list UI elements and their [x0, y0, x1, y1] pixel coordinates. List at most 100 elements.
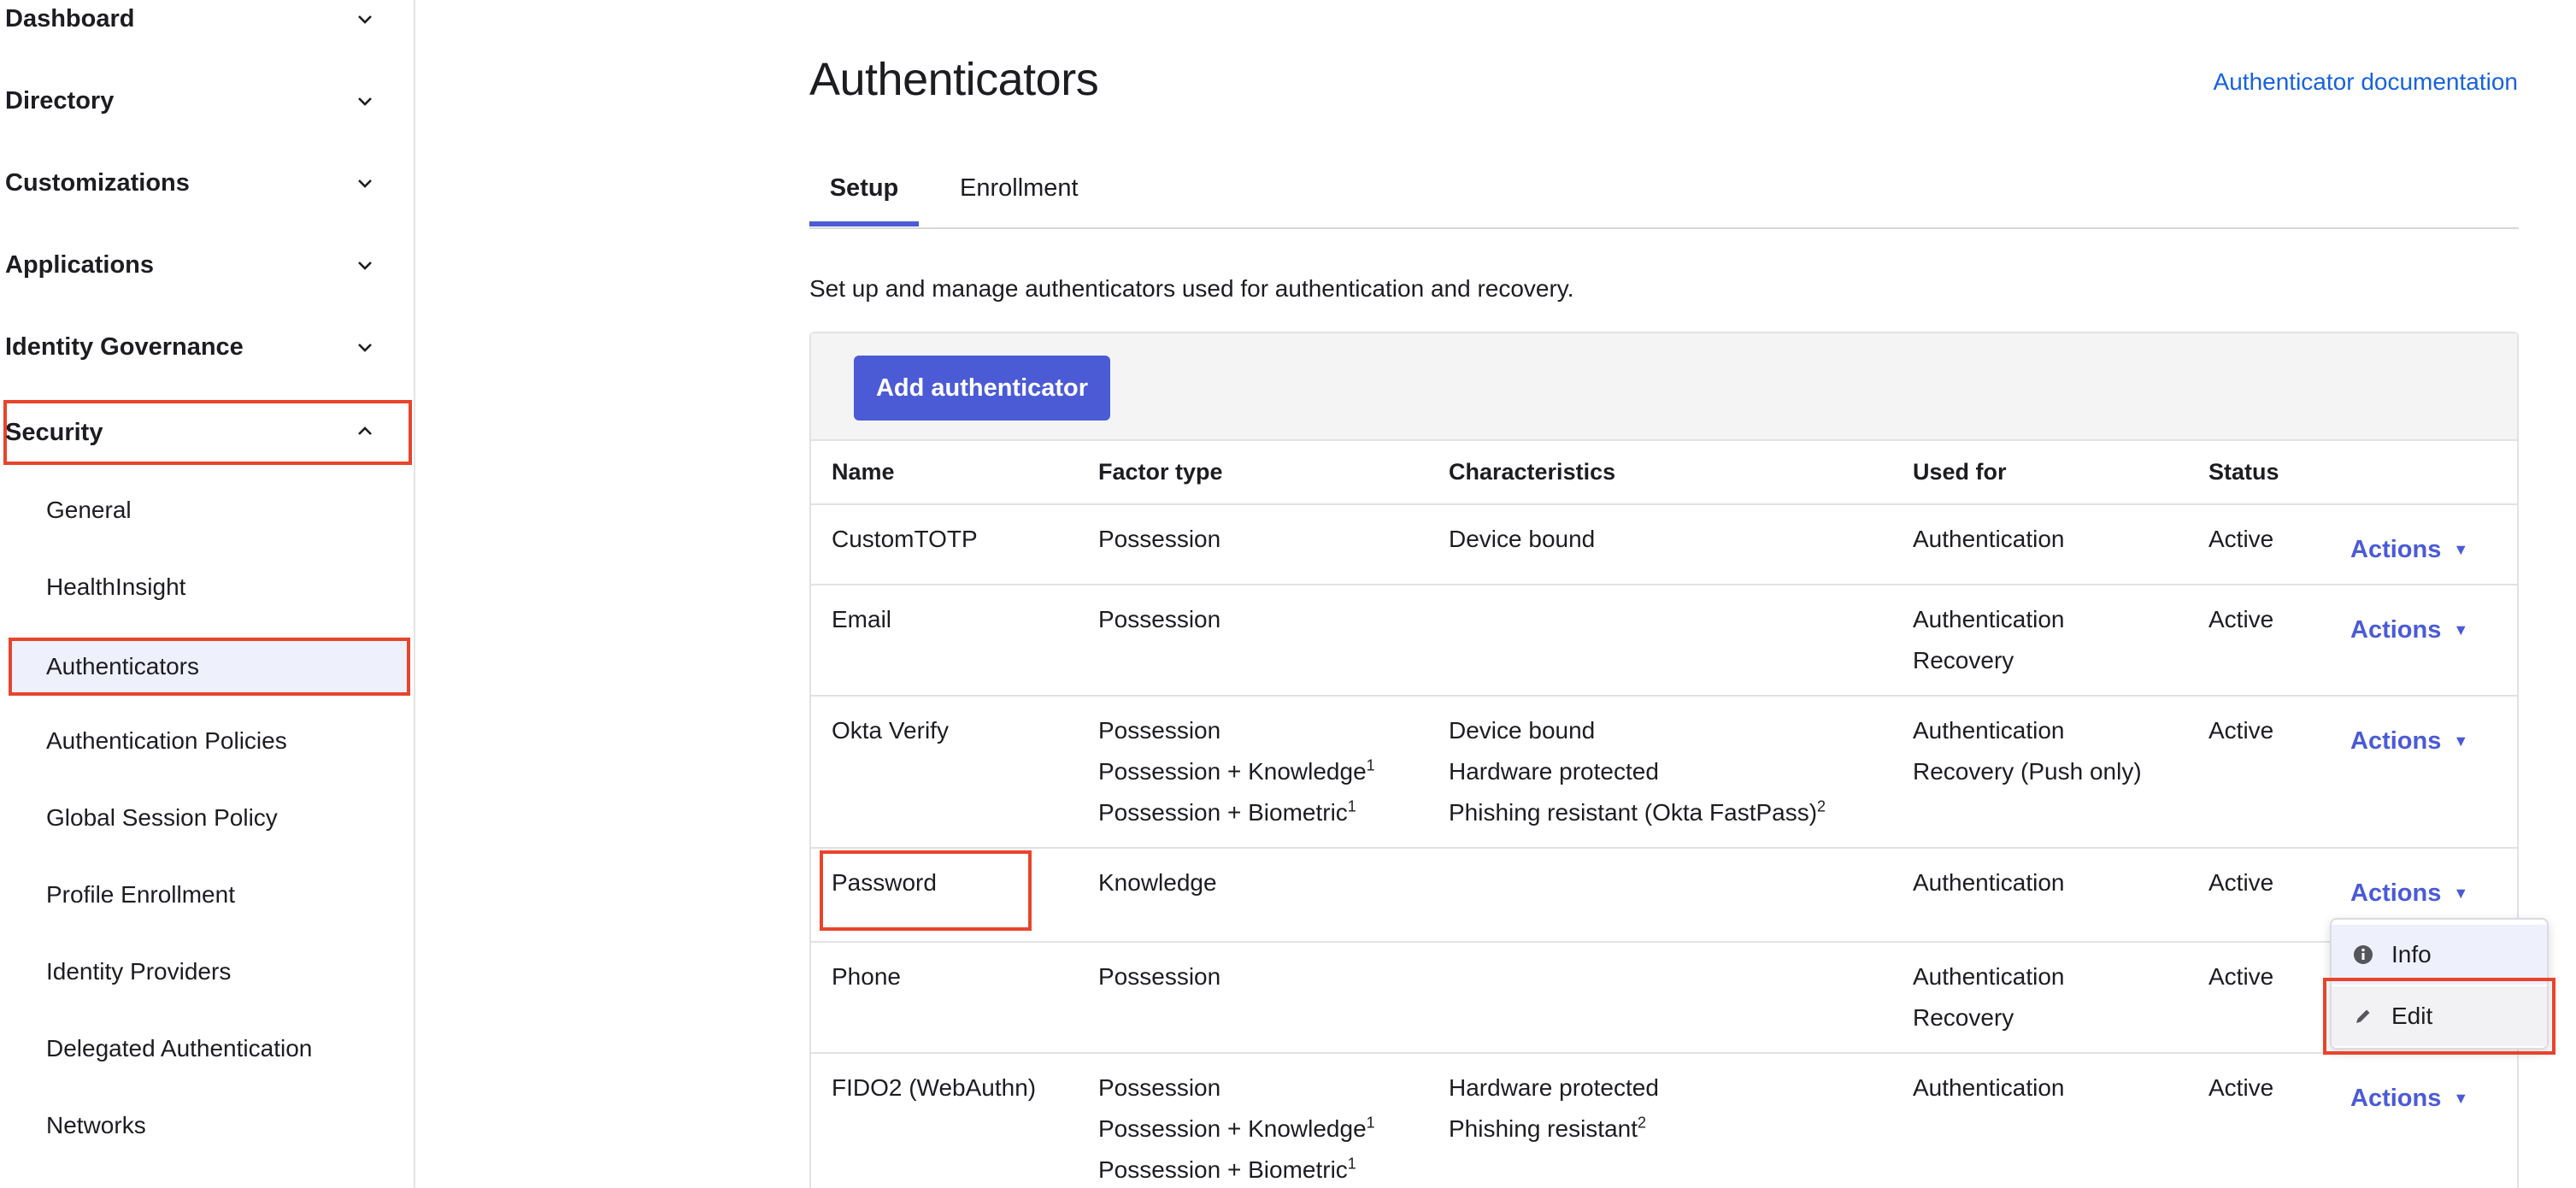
footnote-marker: 1: [1347, 1155, 1356, 1173]
cell-line-text: Possession + Biometric: [1098, 1156, 1348, 1183]
toolbar: Add authenticator: [811, 333, 2517, 441]
cell-line-text: Phishing resistant (Okta FastPass): [1449, 799, 1818, 826]
chevron-down-icon: [358, 15, 372, 24]
sidebar-item-networks[interactable]: Networks: [0, 1097, 415, 1155]
sidebar-item-healthinsight[interactable]: HealthInsight: [0, 558, 415, 616]
sidebar-group-customizations[interactable]: Customizations: [0, 142, 415, 224]
actions-label: Actions: [2350, 616, 2442, 644]
footnote-marker: 1: [1366, 756, 1375, 774]
documentation-link[interactable]: Authenticator documentation: [2214, 68, 2518, 96]
sidebar-group-label: Identity Governance: [5, 332, 244, 361]
actions-dropdown-button[interactable]: Actions ▼: [2350, 720, 2468, 762]
table-row: Okta Verify Possession Possession + Know…: [811, 696, 2517, 849]
cell-used-for: Authentication Recovery (Push only): [1892, 696, 2188, 849]
actions-dropdown-menu: Info Edit: [2323, 918, 2555, 1055]
sidebar-item-label: Identity Providers: [46, 958, 232, 985]
sidebar-group-label: Directory: [5, 86, 115, 115]
actions-dropdown-button[interactable]: Actions ▼: [2350, 873, 2468, 914]
cell-line: Possession + Knowledge1: [1098, 751, 1428, 792]
cell-characteristics: [1428, 585, 1892, 697]
column-header-name: Name: [811, 441, 1078, 505]
chevron-down-icon: [358, 262, 372, 270]
cell-line: Phishing resistant (Okta FastPass)2: [1449, 792, 1892, 833]
actions-dropdown-button[interactable]: Actions ▼: [2350, 529, 2468, 570]
cell-line: Knowledge: [1098, 869, 1217, 896]
cell-line: Recovery (Push only): [1913, 758, 2142, 785]
sidebar-group-label: Security: [5, 418, 103, 446]
cell-status: Active: [2188, 504, 2330, 585]
chevron-down-icon: [358, 344, 372, 352]
column-header-characteristics: Characteristics: [1428, 441, 1892, 505]
caret-down-icon: ▼: [2453, 621, 2469, 638]
cell-line: Authentication: [1913, 869, 2065, 896]
cell-name: Okta Verify: [811, 696, 1078, 849]
cell-line: Device bound: [1449, 717, 1596, 744]
sidebar-group-applications[interactable]: Applications: [0, 224, 415, 306]
column-header-actions: [2330, 441, 2517, 505]
sidebar-group-dashboard[interactable]: Dashboard: [0, 0, 415, 60]
sidebar-group-identity-governance[interactable]: Identity Governance: [0, 306, 415, 388]
cell-used-for: Authentication: [1892, 504, 2188, 585]
cell-line: Authentication: [1913, 526, 2065, 552]
actions-dropdown-button[interactable]: Actions ▼: [2350, 1078, 2468, 1119]
actions-label: Actions: [2350, 879, 2442, 907]
sidebar-group-label: Customizations: [5, 168, 190, 197]
cell-used-for: Authentication: [1892, 848, 2188, 943]
authenticators-panel: Add authenticator Name Factor type Chara…: [809, 332, 2519, 1188]
actions-label: Actions: [2350, 727, 2442, 755]
cell-line: Authentication: [1913, 606, 2065, 632]
sidebar-item-label: Global Session Policy: [46, 804, 278, 831]
cell-line: Authentication: [1913, 963, 2065, 990]
cell-line: Authentication: [1913, 717, 2065, 744]
tab-enrollment[interactable]: Enrollment: [960, 174, 1079, 221]
footnote-marker: 2: [1638, 1114, 1647, 1132]
menu-item-label: Edit: [2391, 1003, 2433, 1029]
sidebar-item-global-session-policy[interactable]: Global Session Policy: [0, 789, 415, 847]
cell-name: Email: [811, 585, 1078, 697]
cell-actions: Actions ▼: [2330, 1053, 2517, 1188]
cell-actions: Actions ▼: [2330, 504, 2517, 585]
cell-status: Active: [2188, 848, 2330, 943]
cell-factor: Possession: [1078, 585, 1428, 697]
sidebar-item-label: Networks: [46, 1112, 146, 1138]
menu-item-edit[interactable]: Edit: [2323, 978, 2555, 1055]
cell-name-text: Password: [820, 850, 1032, 931]
sidebar-item-profile-enrollment[interactable]: Profile Enrollment: [0, 866, 415, 924]
cell-characteristics: Device bound Hardware protected Phishing…: [1428, 696, 1892, 849]
footnote-marker: 1: [1347, 797, 1356, 815]
cell-used-for: Authentication Recovery: [1892, 942, 2188, 1054]
add-authenticator-button[interactable]: Add authenticator: [854, 356, 1110, 421]
cell-line: Hardware protected: [1449, 758, 1659, 785]
cell-name: Phone: [811, 942, 1078, 1054]
menu-item-info[interactable]: Info: [2332, 925, 2547, 985]
sidebar-group-directory[interactable]: Directory: [0, 60, 415, 142]
sidebar-item-authentication-policies[interactable]: Authentication Policies: [0, 712, 415, 770]
sidebar-item-identity-providers[interactable]: Identity Providers: [0, 943, 415, 1001]
cell-actions: Actions ▼: [2330, 696, 2517, 849]
page-description: Set up and manage authenticators used fo…: [809, 275, 1574, 302]
cell-line: Possession + Biometric1: [1098, 1150, 1428, 1188]
sidebar-item-authenticators[interactable]: Authenticators: [9, 638, 410, 696]
actions-dropdown-button[interactable]: Actions ▼: [2350, 609, 2468, 650]
sidebar-item-general[interactable]: General: [0, 481, 415, 539]
pencil-icon: [2356, 1009, 2370, 1023]
footnote-marker: 1: [1366, 1114, 1375, 1132]
chevron-down-icon: [358, 179, 372, 188]
chevron-up-icon: [358, 426, 372, 435]
actions-label: Actions: [2350, 536, 2442, 563]
caret-down-icon: ▼: [2453, 1090, 2469, 1107]
sidebar-item-delegated-authentication[interactable]: Delegated Authentication: [0, 1020, 415, 1078]
sidebar-group-label: Applications: [5, 250, 155, 279]
table-header-row: Name Factor type Characteristics Used fo…: [811, 441, 2517, 505]
tab-setup[interactable]: Setup: [809, 174, 919, 226]
cell-name: CustomTOTP: [811, 504, 1078, 585]
cell-factor: Possession: [1078, 504, 1428, 585]
table-row: Password Knowledge Authentication Active…: [811, 848, 2517, 943]
footnote-marker: 2: [1817, 797, 1826, 815]
sidebar-item-label: Profile Enrollment: [46, 881, 235, 908]
sidebar-group-security[interactable]: Security: [3, 400, 412, 465]
cell-factor: Possession Possession + Knowledge1 Posse…: [1078, 1053, 1428, 1188]
cell-status: Active: [2188, 696, 2330, 849]
cell-line-text: Possession + Knowledge: [1098, 1115, 1367, 1142]
column-header-used-for: Used for: [1892, 441, 2188, 505]
